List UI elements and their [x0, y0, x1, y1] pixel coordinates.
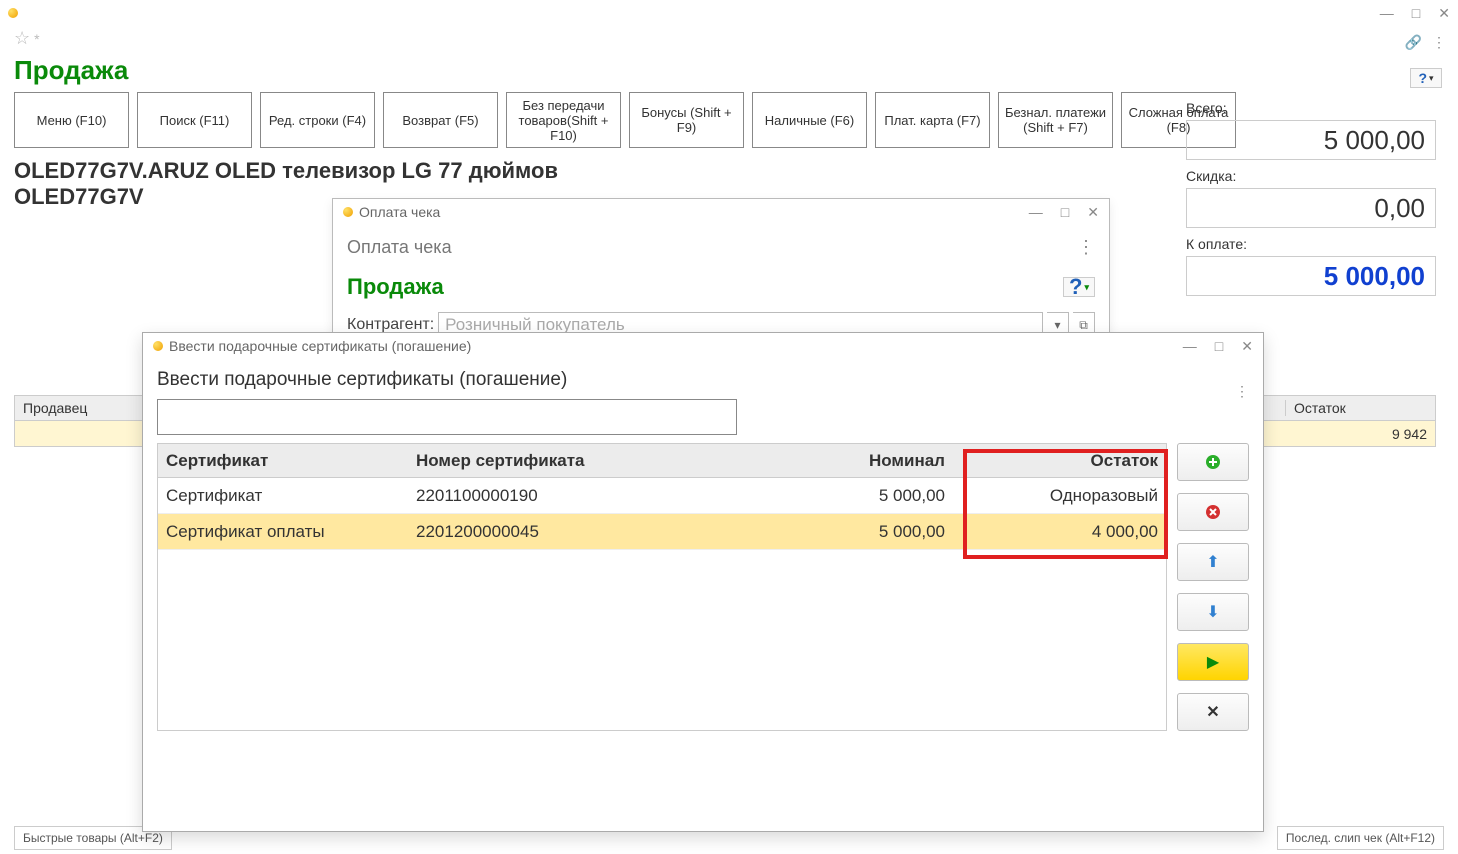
- cell-number: 2201200000045: [408, 514, 738, 549]
- kebab-icon[interactable]: ⋮: [1432, 34, 1446, 51]
- chevron-down-icon: ▾: [1084, 282, 1089, 293]
- cash-button[interactable]: Наличные (F6): [752, 92, 867, 148]
- cell-cert: Сертификат оплаты: [158, 514, 408, 549]
- topay-value: 5 000,00: [1186, 256, 1436, 296]
- app-icon: [343, 207, 353, 217]
- move-down-button[interactable]: ⬇: [1177, 593, 1249, 631]
- certificate-search: [157, 399, 1249, 435]
- no-transfer-button[interactable]: Без передачи товаров(Shift + F10): [506, 92, 621, 148]
- discount-value: 0,00: [1186, 188, 1436, 228]
- cell-nominal: 5 000,00: [738, 514, 953, 549]
- certificate-table: Сертификат Номер сертификата Номинал Ост…: [157, 443, 1167, 731]
- search-button[interactable]: Поиск (F11): [137, 92, 252, 148]
- x-circle-icon: [1205, 504, 1221, 520]
- tab-label: *: [34, 31, 39, 47]
- col-rest[interactable]: Остаток: [953, 444, 1166, 477]
- app-icon: [8, 8, 18, 18]
- payment-dialog-titlebar: Оплата чека — □ ✕: [333, 199, 1109, 225]
- tab-bar: ☆ *: [0, 26, 1458, 51]
- total-label: Всего:: [1186, 100, 1436, 116]
- certificate-side-buttons: ⬆ ⬇ ▶ ✕: [1177, 443, 1249, 731]
- total-value: 5 000,00: [1186, 120, 1436, 160]
- maximize-icon[interactable]: □: [1215, 338, 1223, 355]
- col-cert[interactable]: Сертификат: [158, 444, 408, 477]
- card-button[interactable]: Плат. карта (F7): [875, 92, 990, 148]
- col-nominal[interactable]: Номинал: [738, 444, 953, 477]
- table-row[interactable]: Сертификат 2201100000190 5 000,00 Однора…: [158, 478, 1166, 514]
- close-icon[interactable]: ✕: [1087, 204, 1099, 221]
- cell-cert: Сертификат: [158, 478, 408, 513]
- help-icon: ?: [1418, 70, 1427, 86]
- footer-right[interactable]: Послед. слип чек (Alt+F12): [1277, 826, 1444, 850]
- app-icon: [153, 341, 163, 351]
- certificate-heading: Ввести подарочные сертификаты (погашение…: [143, 359, 1263, 399]
- star-icon[interactable]: ☆: [14, 28, 30, 49]
- close-icon: ✕: [1206, 702, 1219, 722]
- play-icon: ▶: [1207, 652, 1219, 672]
- kebab-icon[interactable]: ⋮: [1077, 237, 1095, 258]
- grid-cell-rest: 9 942: [1392, 426, 1427, 442]
- minimize-icon[interactable]: —: [1380, 5, 1394, 22]
- grid-header-rest: Остаток: [1285, 400, 1435, 416]
- payment-sale-title: Продажа ? ▾: [347, 274, 1095, 300]
- payment-dialog-title: Оплата чека: [359, 204, 440, 220]
- cell-rest: 4 000,00: [953, 514, 1166, 549]
- col-number[interactable]: Номер сертификата: [408, 444, 738, 477]
- chevron-down-icon: ▾: [1429, 73, 1434, 84]
- submit-button[interactable]: ▶: [1177, 643, 1249, 681]
- cell-nominal: 5 000,00: [738, 478, 953, 513]
- main-window-titlebar: — □ ✕: [0, 0, 1458, 26]
- close-icon[interactable]: ✕: [1241, 338, 1253, 355]
- page-header: Продажа: [0, 51, 1458, 92]
- cell-number: 2201100000190: [408, 478, 738, 513]
- delete-button[interactable]: [1177, 493, 1249, 531]
- help-button[interactable]: ? ▾: [1410, 68, 1442, 88]
- move-up-button[interactable]: ⬆: [1177, 543, 1249, 581]
- help-button[interactable]: ? ▾: [1063, 277, 1095, 297]
- table-row[interactable]: Сертификат оплаты 2201200000045 5 000,00…: [158, 514, 1166, 550]
- payment-dialog: Оплата чека — □ ✕ Оплата чека ⋮ Продажа …: [332, 198, 1110, 351]
- certificate-dialog-title: Ввести подарочные сертификаты (погашение…: [169, 338, 471, 354]
- topay-label: К оплате:: [1186, 236, 1436, 252]
- bonuses-button[interactable]: Бонусы (Shift + F9): [629, 92, 744, 148]
- edit-row-button[interactable]: Ред. строки (F4): [260, 92, 375, 148]
- plus-circle-icon: [1205, 454, 1221, 470]
- table-header-row: Сертификат Номер сертификата Номинал Ост…: [158, 444, 1166, 478]
- maximize-icon[interactable]: □: [1061, 204, 1069, 221]
- arrow-up-icon: ⬆: [1206, 552, 1219, 572]
- menu-button[interactable]: Меню (F10): [14, 92, 129, 148]
- cell-rest: Одноразовый: [953, 478, 1166, 513]
- maximize-icon[interactable]: □: [1412, 5, 1420, 22]
- certificate-dialog-titlebar: Ввести подарочные сертификаты (погашение…: [143, 333, 1263, 359]
- return-button[interactable]: Возврат (F5): [383, 92, 498, 148]
- cancel-button[interactable]: ✕: [1177, 693, 1249, 731]
- arrow-down-icon: ⬇: [1206, 602, 1219, 622]
- minimize-icon[interactable]: —: [1029, 204, 1043, 221]
- certificate-search-input[interactable]: [157, 399, 737, 435]
- discount-label: Скидка:: [1186, 168, 1436, 184]
- page-title: Продажа: [14, 55, 1444, 86]
- help-icon: ?: [1069, 274, 1082, 300]
- add-button[interactable]: [1177, 443, 1249, 481]
- close-icon[interactable]: ✕: [1438, 5, 1450, 22]
- grid-header-seller: Продавец: [15, 400, 155, 416]
- noncash-button[interactable]: Безнал. платежи (Shift + F7): [998, 92, 1113, 148]
- link-icon[interactable]: 🔗: [1405, 34, 1422, 51]
- kebab-icon[interactable]: ⋮: [1235, 383, 1249, 400]
- totals-panel: Всего: 5 000,00 Скидка: 0,00 К оплате: 5…: [1186, 100, 1436, 304]
- certificate-dialog: Ввести подарочные сертификаты (погашение…: [142, 332, 1264, 832]
- payment-subtitle: Оплата чека ⋮: [347, 237, 1095, 258]
- minimize-icon[interactable]: —: [1183, 338, 1197, 355]
